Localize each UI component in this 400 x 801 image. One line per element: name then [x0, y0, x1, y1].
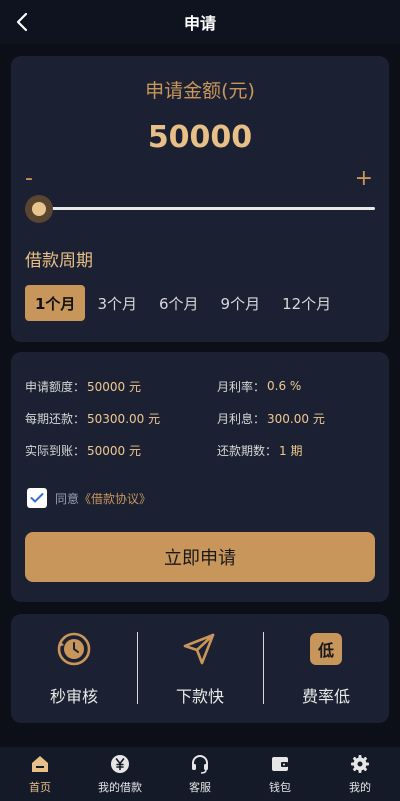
tabbar-label: 钱包	[269, 780, 291, 794]
period-tab-1[interactable]: 1个月	[25, 285, 86, 321]
tabbar-item-mine[interactable]: 我的	[320, 747, 400, 801]
clock-icon	[56, 631, 92, 667]
tabbar-item-wallet[interactable]: 钱包	[240, 747, 320, 801]
amount-card: 申请金额(元) 50000 - + 借款周期 1个月 3个月 6个月 9个月 1…	[11, 56, 389, 342]
slider-thumb-dot	[32, 202, 46, 216]
info-row: 申请额度： 50000 元 月利率： 0.6 %	[25, 370, 377, 402]
period-tab-6[interactable]: 6个月	[149, 285, 209, 321]
tabbar-label: 客服	[189, 780, 211, 794]
loan-info-card: 申请额度： 50000 元 月利率： 0.6 % 每期还款： 50300.00 …	[11, 352, 389, 602]
info-key: 实际到账：	[25, 443, 86, 458]
chevron-left-icon	[16, 12, 28, 32]
info-value: 50000 元	[87, 379, 142, 394]
info-value: 1 期	[279, 443, 303, 458]
period-tab-9[interactable]: 9个月	[211, 285, 271, 321]
tabbar-item-my-loans[interactable]: 我的借款	[80, 747, 160, 801]
yen-icon	[110, 754, 130, 774]
info-key: 申请额度：	[25, 379, 86, 394]
feature-fast-review: 秒审核	[11, 614, 137, 723]
info-cell: 月利息： 300.00 元	[201, 410, 377, 427]
apply-button[interactable]: 立即申请	[25, 532, 375, 582]
period-tabs: 1个月 3个月 6个月 9个月 12个月	[25, 285, 343, 321]
agreement-link[interactable]: 《借款协议》	[79, 490, 151, 507]
info-key: 月利率：	[217, 379, 266, 394]
info-key: 月利息：	[217, 411, 266, 426]
info-key: 每期还款：	[25, 411, 86, 426]
loan-info-grid: 申请额度： 50000 元 月利率： 0.6 % 每期还款： 50300.00 …	[25, 370, 377, 466]
period-tab-3[interactable]: 3个月	[87, 285, 147, 321]
info-cell: 每期还款： 50300.00 元	[25, 410, 201, 427]
info-value: 50000 元	[87, 443, 142, 458]
agreement-prefix: 同意	[55, 491, 80, 506]
info-key: 还款期数：	[217, 443, 278, 458]
tabbar-label: 我的	[349, 780, 371, 794]
features-row: 秒审核 下款快 低 费率低	[11, 614, 389, 723]
features-card: 秒审核 下款快 低 费率低	[11, 614, 389, 723]
low-rate-icon: 低	[308, 631, 344, 667]
amount-label: 申请金额(元)	[145, 80, 255, 102]
info-cell: 实际到账： 50000 元	[25, 442, 201, 459]
period-tab-12[interactable]: 12个月	[272, 285, 341, 321]
amount-slider-thumb[interactable]	[25, 195, 53, 223]
tabbar-item-service[interactable]: 客服	[160, 747, 240, 801]
tabbar-label: 我的借款	[98, 780, 142, 794]
amount-slider[interactable]	[27, 207, 375, 210]
decrease-button[interactable]: -	[25, 166, 33, 191]
send-icon	[182, 631, 218, 667]
check-icon	[30, 493, 44, 503]
info-cell: 申请额度： 50000 元	[25, 378, 201, 395]
bottom-tab-bar: 首页 我的借款 客服 钱包 我的	[0, 747, 400, 801]
info-cell: 还款期数： 1 期	[201, 442, 377, 459]
back-button[interactable]	[8, 8, 36, 36]
home-icon	[30, 754, 50, 774]
wallet-icon	[270, 754, 290, 774]
feature-label: 下款快	[175, 686, 224, 706]
feature-low-rate: 低 费率低	[263, 614, 389, 723]
increase-button[interactable]: +	[355, 166, 373, 191]
gear-icon	[350, 754, 370, 774]
page-title: 申请	[183, 14, 216, 33]
info-value: 300.00 元	[267, 411, 325, 426]
feature-fast-loan: 下款快	[137, 614, 263, 723]
agreement-row: 同意 《借款协议》	[27, 488, 151, 508]
feature-label: 费率低	[301, 686, 350, 706]
info-row: 每期还款： 50300.00 元 月利息： 300.00 元	[25, 402, 377, 434]
tabbar-item-home[interactable]: 首页	[0, 747, 80, 801]
agreement-checkbox[interactable]	[27, 488, 47, 508]
tabbar-label: 首页	[29, 780, 51, 794]
amount-value: 50000	[147, 120, 253, 155]
low-rate-badge: 低	[310, 632, 342, 665]
info-cell: 月利率： 0.6 %	[201, 378, 377, 395]
info-value: 50300.00 元	[87, 411, 161, 426]
headset-icon	[190, 754, 210, 774]
feature-label: 秒审核	[49, 686, 98, 706]
period-title: 借款周期	[25, 251, 93, 271]
info-value: 0.6 %	[267, 379, 302, 393]
header-bar: 申请	[0, 0, 400, 44]
info-row: 实际到账： 50000 元 还款期数： 1 期	[25, 434, 377, 466]
